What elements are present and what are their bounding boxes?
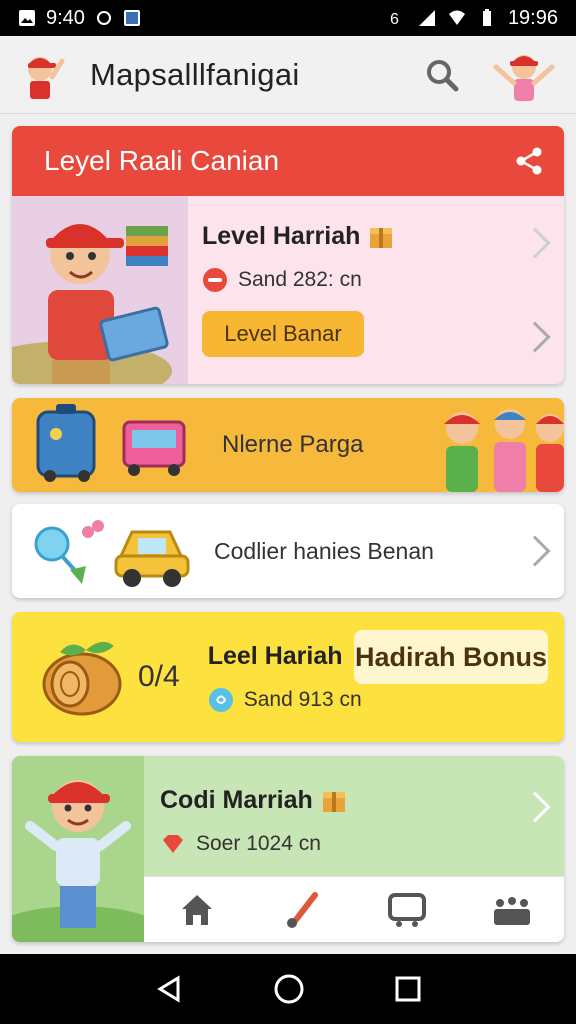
waving-boy-illustration: [12, 756, 144, 942]
level-card-title: Level Harriah: [202, 222, 564, 251]
gem-icon: [163, 835, 183, 853]
status-time: 9:40: [46, 6, 85, 29]
gift-box-icon: [370, 227, 393, 248]
chevron-right-icon[interactable]: [519, 791, 551, 823]
level-card-header: Leyel Raali Canian: [12, 126, 564, 196]
home-icon: [181, 894, 212, 925]
chevron-right-icon[interactable]: [519, 321, 551, 353]
orange-card-label: Nlerne Parga: [222, 431, 364, 458]
nav-screen[interactable]: [383, 886, 431, 934]
nav-draw[interactable]: [278, 886, 326, 934]
bonus-card-subtitle: Sand 913 cn: [243, 687, 362, 711]
coin-blue-icon: [208, 687, 233, 712]
level-card-title-text: Level Harriah: [202, 222, 361, 250]
nav-home[interactable]: [173, 886, 221, 934]
bonus-badge[interactable]: Hadirah Bonus: [354, 630, 548, 684]
back-icon[interactable]: [154, 974, 184, 1004]
status-right-time: 19:96: [507, 6, 558, 29]
nav-group[interactable]: [488, 886, 536, 934]
screenshot-icon: [123, 10, 140, 26]
screen-icon: [387, 892, 426, 927]
yellow-bonus-card[interactable]: 0/4 Leel Hariah Sand 913 cn Hadirah Bonu…: [12, 612, 564, 742]
recents-icon[interactable]: [394, 975, 422, 1003]
bonus-card-title: Leel Hariah: [207, 641, 343, 670]
svg-text:6: 6: [390, 11, 399, 27]
mascot-logo-icon: [28, 56, 65, 99]
green-card-title-text: Codi Marriah: [160, 786, 313, 814]
white-card-label: Codlier hanies Benan: [214, 537, 434, 564]
avatar[interactable]: [488, 45, 560, 105]
battery-icon: [482, 9, 491, 26]
white-card[interactable]: Codlier hanies Benan: [12, 504, 564, 598]
sync-icon: [96, 11, 111, 25]
app-title: Mapsalllfanigai: [90, 56, 300, 92]
green-card-subtitle-row: Soer 1024 cn: [160, 831, 347, 857]
orange-card[interactable]: Nlerne Parga: [12, 398, 564, 492]
search-icon[interactable]: [422, 55, 462, 95]
system-nav-bar: [0, 954, 576, 1024]
content-area: Leyel Raali Canian Level Harriah Sand 28…: [0, 114, 576, 954]
image-notification-icon: [19, 10, 35, 26]
green-card-title: Codi Marriah: [160, 786, 347, 815]
level-banner-button[interactable]: Level Banar: [202, 311, 364, 357]
coin-red-icon: [203, 268, 227, 292]
level-card[interactable]: Leyel Raali Canian Level Harriah Sand 28…: [12, 126, 564, 384]
brush-icon: [286, 891, 318, 928]
level-card-header-title: Leyel Raali Canian: [44, 145, 280, 176]
fruit-log-illustration: [42, 641, 122, 716]
group-icon: [493, 896, 530, 925]
car-toy-illustration: [34, 520, 190, 587]
wifi-icon: [448, 10, 465, 25]
home-nav-icon[interactable]: [273, 973, 305, 1005]
score-counter: 0/4: [138, 660, 180, 693]
status-bar: 9:40 6 19:96: [0, 0, 576, 36]
bottom-nav: [144, 876, 564, 942]
app-bar: Mapsalllfanigai: [0, 36, 576, 114]
kids-group-illustration: [444, 409, 564, 492]
data-icon: 6: [390, 11, 399, 27]
toys-illustration: [36, 404, 186, 482]
chevron-right-icon[interactable]: [519, 535, 551, 567]
level-card-subtitle-row: Sand 282: cn: [202, 267, 564, 293]
boy-tablet-illustration: [12, 196, 188, 384]
share-icon[interactable]: [514, 146, 544, 176]
green-card-subtitle: Soer 1024 cn: [196, 832, 321, 855]
signal-icon: [418, 10, 435, 26]
bonus-card-subtitle-row: Sand 913 cn: [208, 687, 362, 713]
green-card[interactable]: Codi Marriah Soer 1024 cn: [12, 756, 564, 942]
level-card-subtitle: Sand 282: cn: [238, 268, 362, 291]
gift-box-icon: [322, 791, 345, 812]
